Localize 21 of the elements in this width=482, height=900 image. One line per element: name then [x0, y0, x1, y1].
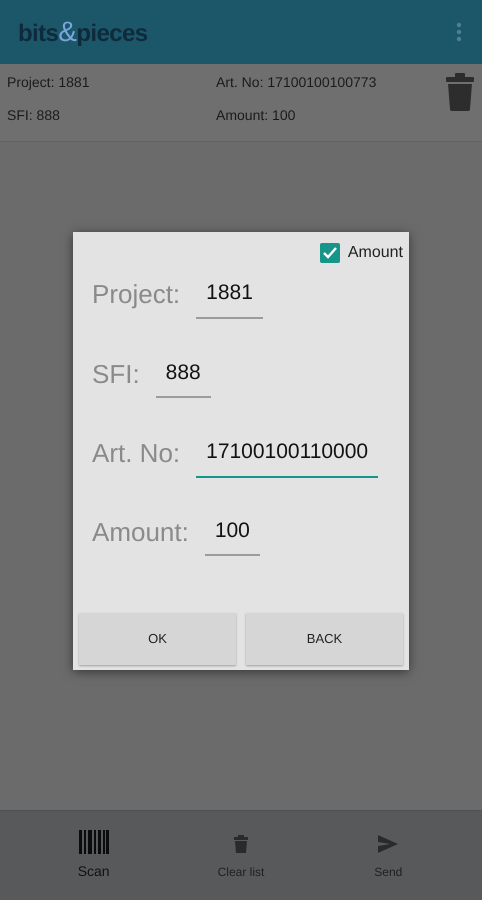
input-field[interactable]: 1881 [196, 271, 263, 318]
summary-text: SFI: 888 [7, 106, 61, 125]
checkbox-label: Amount [348, 243, 403, 263]
field-label: Amount: [92, 516, 189, 549]
barcode-icon [78, 830, 109, 854]
summary-text: Art. No: 17100100100773 [216, 73, 378, 92]
input-field[interactable]: 888 [156, 350, 211, 398]
input-field[interactable]: 100 [204, 508, 260, 556]
more-icon[interactable] [456, 22, 462, 42]
delete-icon[interactable] [446, 73, 474, 111]
input-field[interactable]: 17100100110000 [196, 430, 378, 478]
field-label: SFI: [92, 358, 140, 391]
amount-checkbox[interactable] [320, 243, 340, 263]
summary-text: Amount: 100 [216, 106, 296, 125]
field-label: Art. No: [92, 437, 180, 470]
trash-icon [234, 834, 248, 852]
dialog-button[interactable]: BACK [246, 613, 403, 665]
summary-text: Project: 1881 [7, 73, 90, 92]
field-label: Project: [92, 278, 180, 312]
send-icon [378, 834, 398, 852]
dialog-button[interactable]: OK [79, 613, 236, 665]
